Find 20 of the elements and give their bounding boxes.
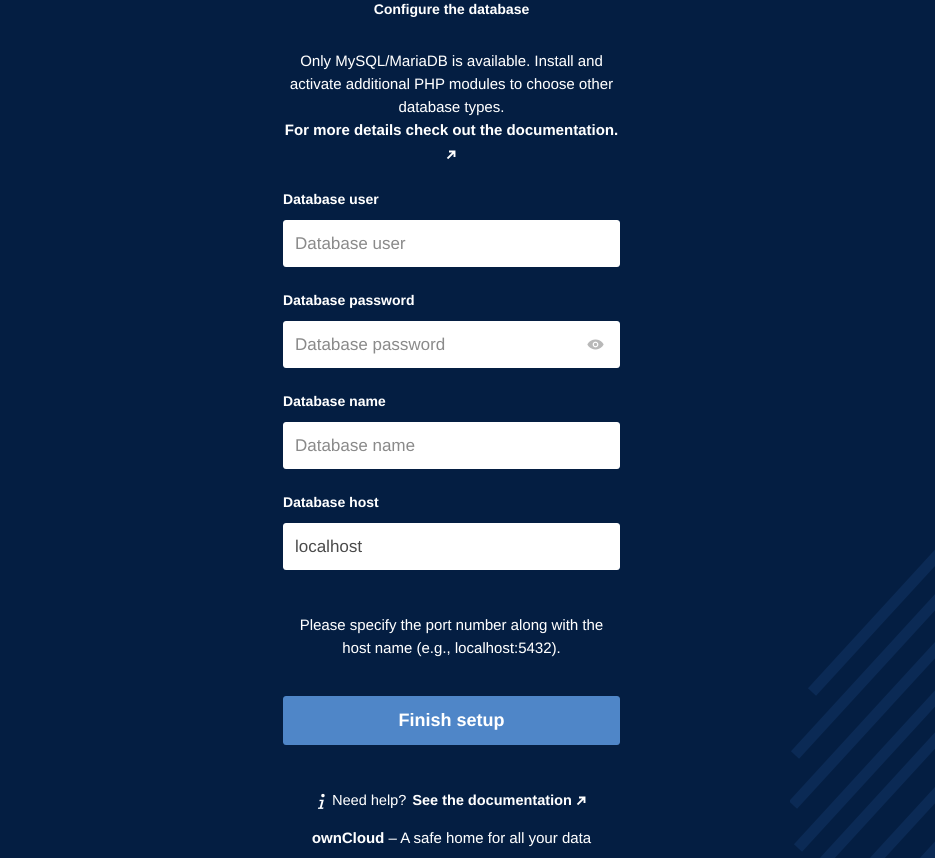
input-field[interactable]: Database user (283, 220, 620, 267)
finish-setup-button[interactable]: Finish setup (283, 696, 620, 745)
footer-tagline: ownCloud – A safe home for all your data (310, 829, 592, 849)
northeast-arrow-icon (446, 150, 456, 160)
documentation-link[interactable]: See the documentation (412, 791, 586, 811)
section-heading: Configure the database (372, 0, 530, 18)
input-field[interactable]: Database name (283, 422, 620, 469)
field-label: Database host (283, 493, 380, 512)
documentation-link[interactable]: For more details check out the documentation. (284, 119, 618, 160)
help-text: Need help? (332, 792, 406, 811)
northeast-arrow-icon (576, 796, 586, 806)
field-label: Database password (283, 291, 416, 310)
port-hint: Please specify the port number along with the host name (e.g., localhost:5432). (298, 616, 604, 659)
eye-icon[interactable] (587, 339, 604, 350)
password-field[interactable]: Database password (283, 321, 620, 368)
field-label: Database user (283, 190, 380, 209)
field-label: Database name (283, 392, 387, 411)
info-icon (317, 792, 326, 810)
availability-notice: Only MySQL/MariaDB is available. Install and activate additional PHP modules to choose other database types. (288, 52, 614, 118)
input-field[interactable]: localhost (283, 523, 620, 570)
